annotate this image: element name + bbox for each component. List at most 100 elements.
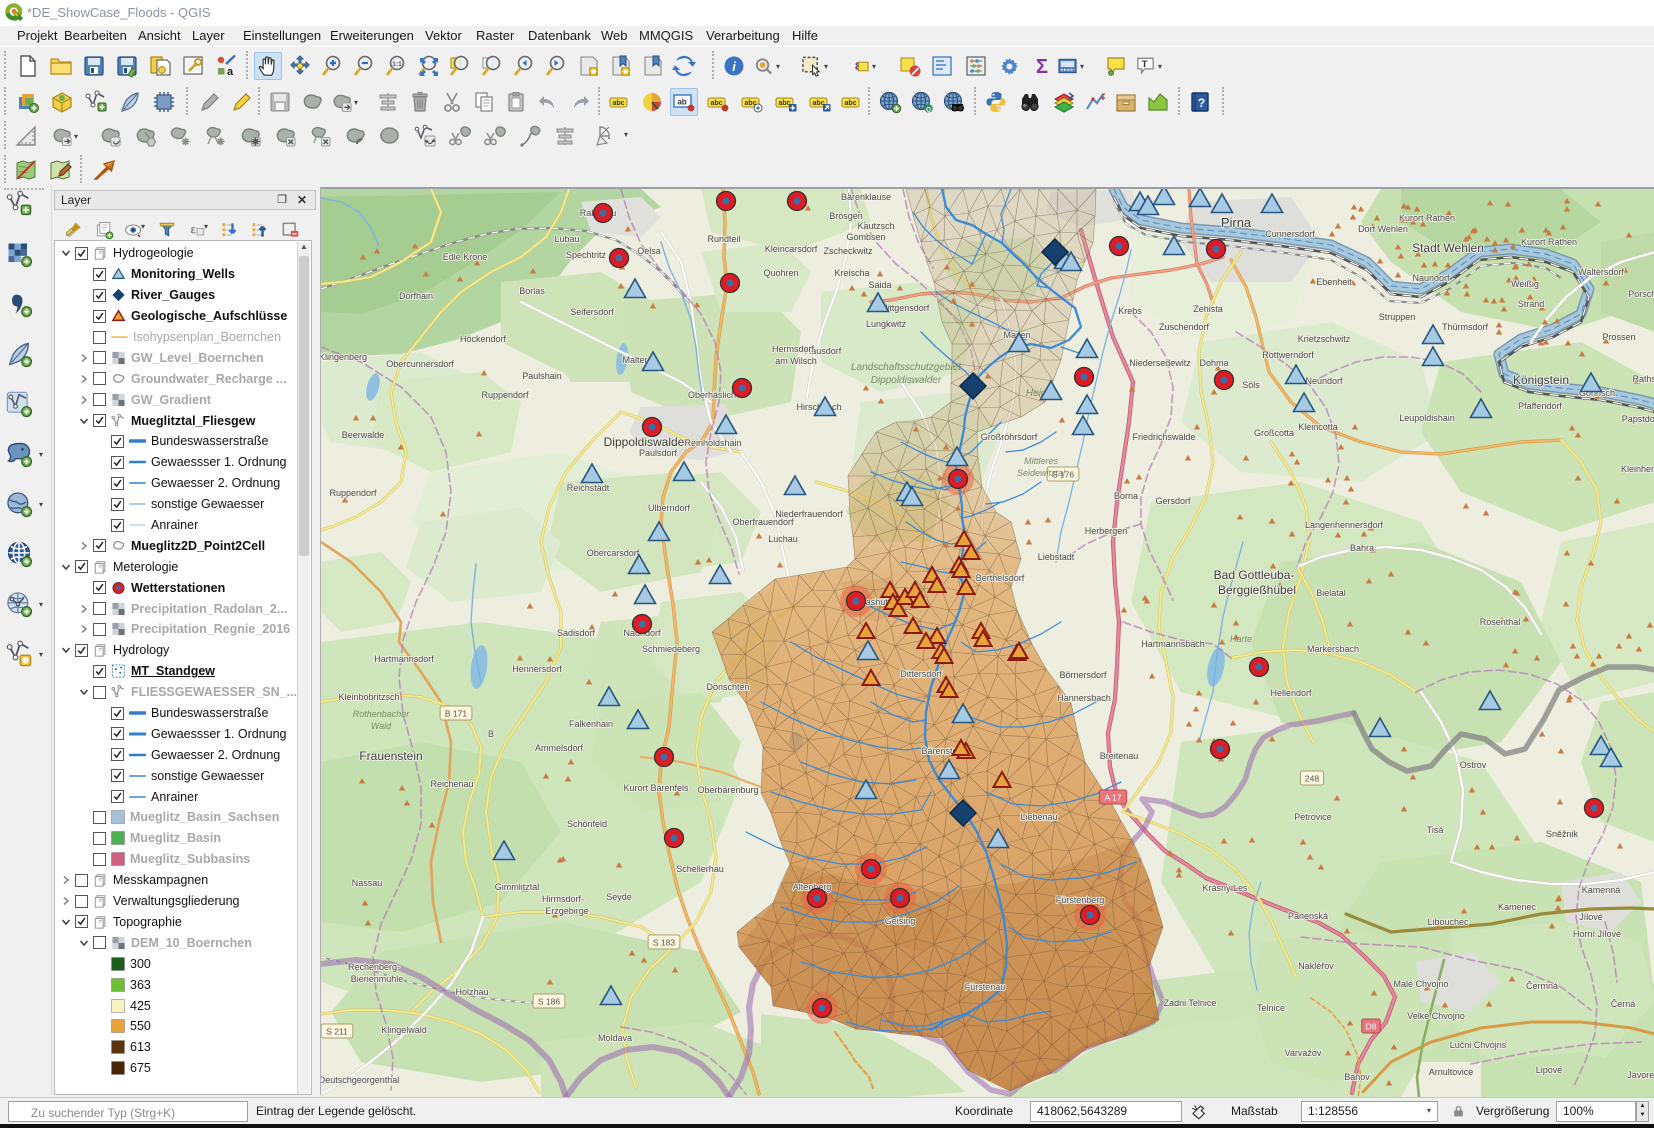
svg-text:Petrovice: Petrovice xyxy=(1294,812,1332,822)
svg-text:abc: abc xyxy=(844,100,856,107)
svg-text:B: B xyxy=(488,729,494,739)
svg-text:Gimmlitztal: Gimmlitztal xyxy=(495,882,540,892)
svg-text:S 211: S 211 xyxy=(326,1027,348,1037)
svg-text:Kreischa: Kreischa xyxy=(834,268,869,278)
svg-text:Luchau: Luchau xyxy=(768,534,798,544)
svg-text:Schmiedeberg: Schmiedeberg xyxy=(642,644,700,654)
svg-text:a: a xyxy=(227,66,234,78)
svg-text:Höckendorf: Höckendorf xyxy=(460,334,507,344)
svg-text:Friedrichswalde: Friedrichswalde xyxy=(1132,432,1195,442)
svg-text:Libouchec: Libouchec xyxy=(1427,917,1469,927)
svg-text:am Wilsch: am Wilsch xyxy=(775,356,817,366)
svg-text:S 183: S 183 xyxy=(653,938,675,948)
svg-text:Sadisdorf: Sadisdorf xyxy=(557,628,596,638)
svg-text:Liebenau: Liebenau xyxy=(1020,812,1057,822)
svg-text:Jílové: Jílové xyxy=(1579,912,1603,922)
svg-text:Quohren: Quohren xyxy=(763,268,798,278)
svg-text:Naundorf: Naundorf xyxy=(1412,273,1450,283)
svg-text:Bärenklause: Bärenklause xyxy=(841,192,891,202)
svg-text:Waltersdorf: Waltersdorf xyxy=(1578,267,1624,277)
svg-text:Rechenberg-: Rechenberg- xyxy=(348,962,400,972)
svg-text:Krietzschwitz: Krietzschwitz xyxy=(1298,334,1351,344)
svg-text:Erzgebirge: Erzgebirge xyxy=(545,906,589,916)
svg-text:Thürmsdorf: Thürmsdorf xyxy=(1442,322,1489,332)
svg-text:Neundorf: Neundorf xyxy=(1305,376,1343,386)
svg-text:D8: D8 xyxy=(1366,1022,1377,1032)
svg-text:Reinholdshain: Reinholdshain xyxy=(684,438,741,448)
svg-text:Klingelwald: Klingelwald xyxy=(381,1025,427,1035)
svg-text:Nassau: Nassau xyxy=(352,878,383,888)
svg-text:Rundteil: Rundteil xyxy=(707,234,740,244)
svg-text:Bad Gottleuba-: Bad Gottleuba- xyxy=(1214,568,1295,582)
svg-text:Harte: Harte xyxy=(1230,634,1252,644)
svg-text:Tisá: Tisá xyxy=(1427,825,1444,835)
svg-text:Dippoldiswalder: Dippoldiswalder xyxy=(871,375,942,386)
svg-text:Rottwerndorf: Rottwerndorf xyxy=(1262,350,1314,360)
svg-text:Arnultovice: Arnultovice xyxy=(1429,1067,1474,1077)
svg-text:Spechtritz: Spechtritz xyxy=(566,250,607,260)
svg-text:Stadt Wehlen: Stadt Wehlen xyxy=(1412,241,1484,255)
svg-text:Schönfeld: Schönfeld xyxy=(567,819,607,829)
svg-text:Dohma: Dohma xyxy=(1199,358,1228,368)
svg-text:A 17: A 17 xyxy=(1104,793,1121,803)
svg-text:Nakléřov: Nakléřov xyxy=(1298,961,1334,971)
svg-text:Großcotta: Großcotta xyxy=(1254,428,1294,438)
svg-text:Landschaftsschutzgebiet: Landschaftsschutzgebiet xyxy=(851,362,962,373)
svg-text:Ebenheit: Ebenheit xyxy=(1316,277,1352,287)
svg-text:Černá: Černá xyxy=(1611,999,1636,1009)
svg-text:Σ: Σ xyxy=(1036,56,1048,78)
svg-text:Oberbärenburg: Oberbärenburg xyxy=(697,785,758,795)
svg-text:Reichenau: Reichenau xyxy=(430,779,473,789)
svg-text:Hellendorf: Hellendorf xyxy=(1270,688,1312,698)
svg-text:Markersbach: Markersbach xyxy=(1307,644,1359,654)
svg-text:Hermsdorf: Hermsdorf xyxy=(772,344,815,354)
svg-text:Papstdorf: Papstdorf xyxy=(1622,414,1654,424)
svg-text:Struppen: Struppen xyxy=(1379,312,1416,322)
svg-text:Königstein: Königstein xyxy=(1513,373,1569,387)
svg-text:Hirmsdorf-: Hirmsdorf- xyxy=(542,894,584,904)
svg-text:Krebs: Krebs xyxy=(1118,306,1142,316)
svg-text:1:1: 1:1 xyxy=(392,61,402,68)
svg-text:Hartmannsdorf: Hartmannsdorf xyxy=(374,654,434,664)
svg-text:Javorek: Javorek xyxy=(1627,1070,1654,1080)
svg-text:Kamenná: Kamenná xyxy=(1582,885,1621,895)
svg-text:Panenská: Panenská xyxy=(1288,911,1328,921)
svg-text:Cunnersdorf: Cunnersdorf xyxy=(1265,229,1315,239)
svg-text:Lübau: Lübau xyxy=(554,234,579,244)
svg-text:abc: abc xyxy=(710,100,722,107)
svg-text:Porschdorf: Porschdorf xyxy=(1628,289,1654,299)
svg-text:Q: Q xyxy=(926,106,931,113)
svg-text:Klingenberg: Klingenberg xyxy=(321,352,367,362)
svg-text:Kleinbobritzsch: Kleinbobritzsch xyxy=(338,692,399,702)
svg-text:Borna: Borna xyxy=(1114,491,1138,501)
svg-text:Rothenbacher: Rothenbacher xyxy=(353,709,411,719)
svg-text:Gombsen: Gombsen xyxy=(846,232,885,242)
svg-text:Ostrov: Ostrov xyxy=(1460,760,1487,770)
svg-text:Zadni Telnice: Zadni Telnice xyxy=(1164,998,1217,1008)
svg-text:Lipové: Lipové xyxy=(1536,1065,1563,1075)
svg-text:Bánov: Bánov xyxy=(1344,1072,1370,1082)
svg-text:Kleincotta: Kleincotta xyxy=(1298,422,1338,432)
svg-text:Berggießhübel: Berggießhübel xyxy=(1218,583,1296,597)
svg-text:Obercarsdorf: Obercarsdorf xyxy=(587,548,640,558)
svg-text:Schellerhau: Schellerhau xyxy=(676,864,724,874)
svg-text:Borlas: Borlas xyxy=(519,286,545,296)
svg-text:Langenhennersdorf: Langenhennersdorf xyxy=(1305,520,1384,530)
svg-text:Hennersdorf: Hennersdorf xyxy=(512,664,562,674)
svg-text:Fürstenberg: Fürstenberg xyxy=(1056,895,1105,905)
svg-text:Kurort Rathen: Kurort Rathen xyxy=(1521,237,1577,247)
svg-text:Falkenhain: Falkenhain xyxy=(569,719,613,729)
svg-text:Dorf Wehlen: Dorf Wehlen xyxy=(1358,224,1408,234)
svg-text:Malé Chvojno: Malé Chvojno xyxy=(1393,979,1448,989)
svg-text:ε: ε xyxy=(190,223,196,236)
svg-text:Kautzsch: Kautzsch xyxy=(857,221,894,231)
svg-text:Prossen: Prossen xyxy=(1602,332,1635,342)
svg-text:Lungkwitz: Lungkwitz xyxy=(866,319,907,329)
svg-text:Dippoldiswalde: Dippoldiswalde xyxy=(604,435,685,449)
svg-text:Ammelsdorf: Ammelsdorf xyxy=(535,743,584,753)
svg-text:ab: ab xyxy=(677,98,686,107)
svg-text:Hartmannsbach: Hartmannsbach xyxy=(1141,639,1205,649)
svg-text:Gersdorf: Gersdorf xyxy=(1155,496,1191,506)
svg-text:248: 248 xyxy=(1305,774,1319,784)
svg-text:Zehista: Zehista xyxy=(1193,304,1223,314)
